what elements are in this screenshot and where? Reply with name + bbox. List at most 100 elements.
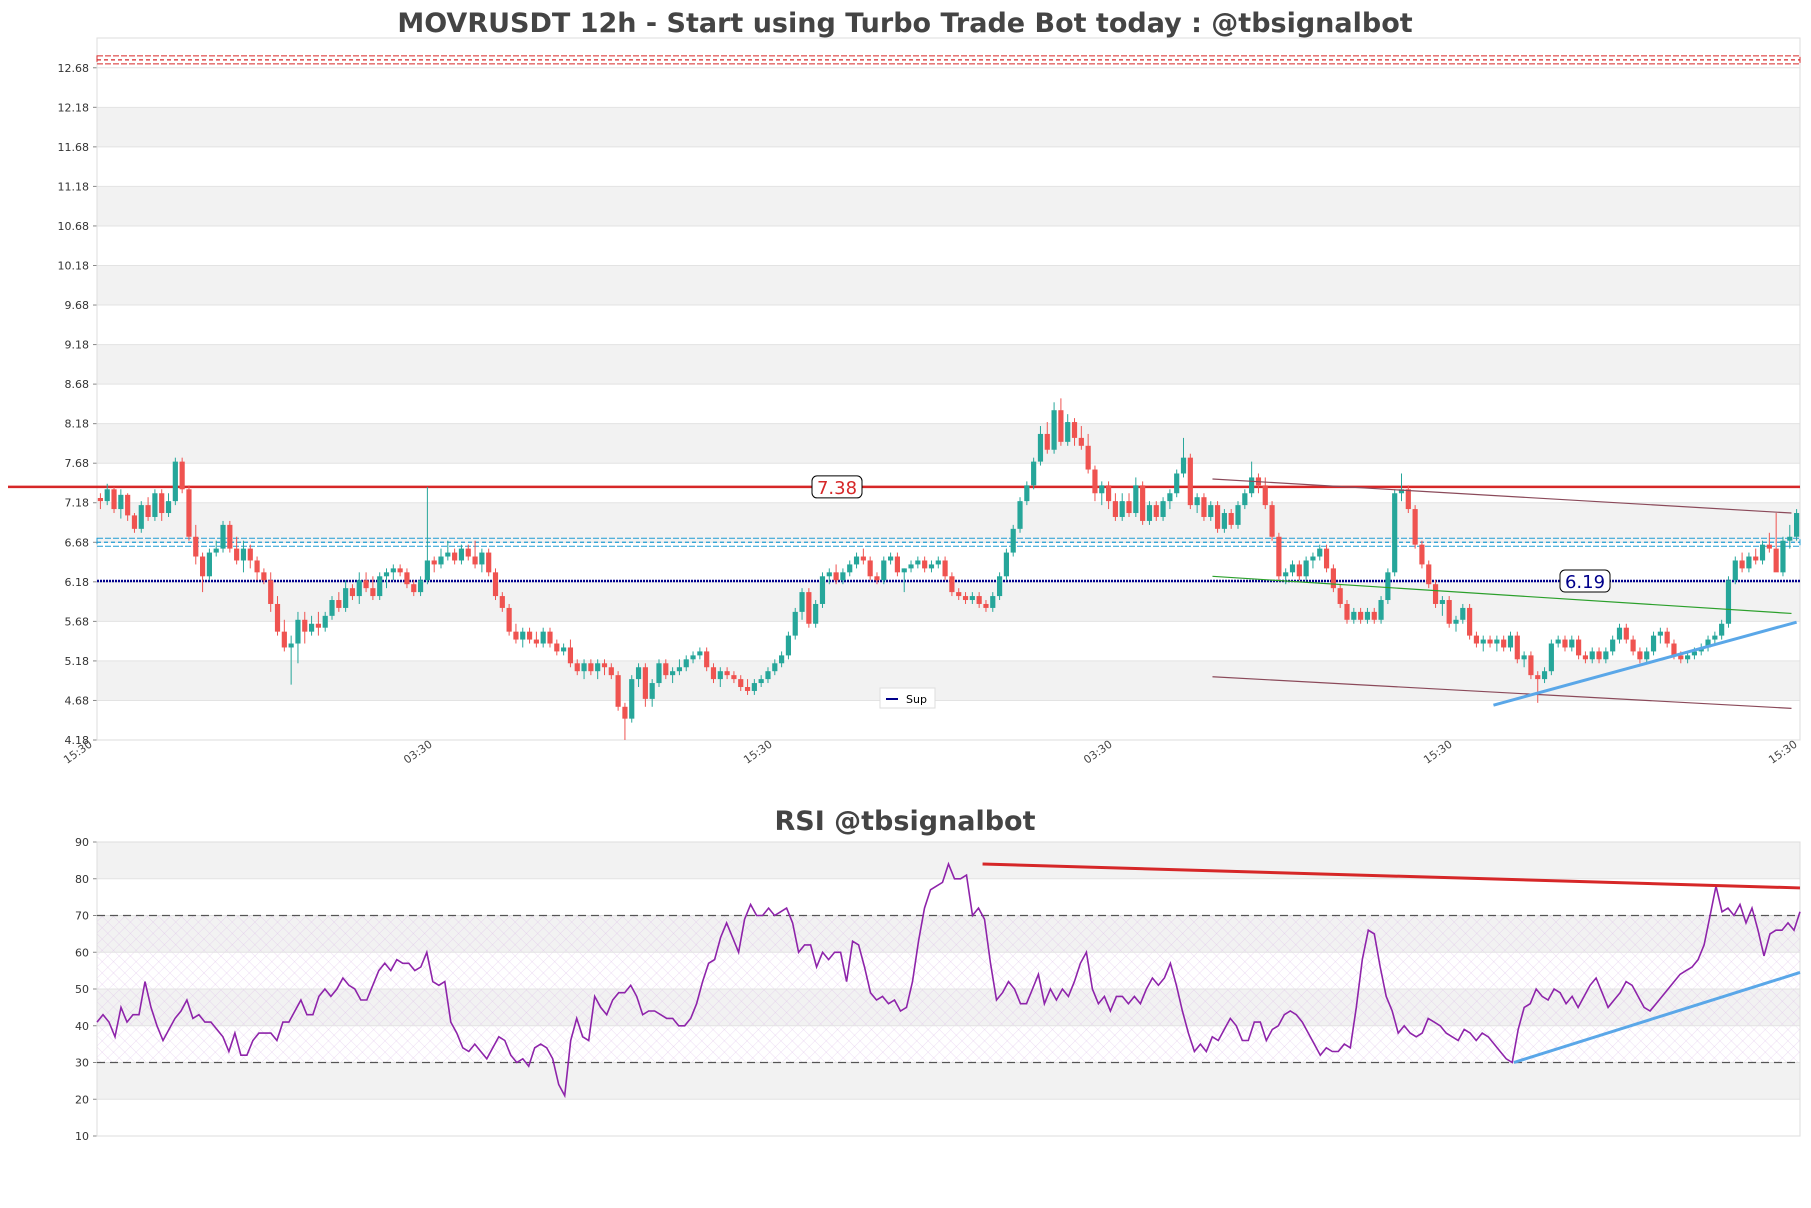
candle-body (1473, 635, 1480, 644)
rsi-y-tick-label: 30 (75, 1057, 89, 1070)
candle-body (1358, 611, 1364, 620)
candle-body (1392, 493, 1398, 573)
candle-body (1364, 611, 1371, 620)
candle-body (1119, 501, 1125, 517)
candle-body (1541, 671, 1548, 680)
candle-body (656, 663, 662, 684)
candle-body (860, 556, 866, 561)
candle-body (1725, 580, 1732, 624)
candle-body (1201, 497, 1207, 517)
candle-body (1146, 505, 1153, 521)
candle-body (581, 663, 587, 672)
candle-body (1514, 635, 1520, 660)
candle-body (779, 655, 785, 664)
candle-body (969, 596, 975, 601)
candle-body (370, 588, 376, 597)
candle-body (220, 524, 226, 549)
candle-body (1003, 552, 1009, 577)
candle-body (840, 572, 846, 581)
candle-body (1787, 536, 1793, 541)
candle-body (308, 623, 315, 632)
candle-body (1412, 509, 1418, 545)
candle-body (1330, 568, 1336, 589)
candle-body (826, 572, 832, 577)
candle-body (1535, 675, 1541, 680)
candle-body (1221, 513, 1227, 529)
candle-body (1507, 635, 1514, 648)
candle-body (615, 675, 621, 707)
candle-body (1480, 639, 1486, 644)
candle-body (424, 560, 430, 581)
candle-body (1071, 422, 1078, 438)
candle-body (997, 576, 1003, 597)
candle-body (1242, 493, 1248, 506)
y-tick-label: 6.18 (65, 576, 90, 589)
candle-body (1657, 631, 1663, 636)
grid-band (97, 344, 1800, 385)
grid-band (97, 186, 1800, 226)
candle-body (1467, 607, 1473, 636)
level-label-high: 7.38 (817, 478, 857, 499)
rsi-grid-band (97, 1062, 1800, 1100)
candle-body (1310, 556, 1316, 561)
candle-body (274, 603, 281, 632)
grid-band (97, 423, 1800, 464)
candle-body (1521, 655, 1527, 660)
candle-body (438, 556, 444, 565)
candle-body (1603, 651, 1609, 660)
candle-body (792, 611, 798, 636)
candle-body (234, 548, 240, 561)
candle-body (813, 603, 819, 624)
candle-body (1630, 639, 1636, 652)
candle-body (547, 631, 553, 644)
y-tick-label: 9.18 (65, 339, 90, 352)
candle-body (159, 493, 165, 514)
candle-body (608, 667, 614, 676)
candle-body (472, 556, 478, 565)
candle-body (1753, 556, 1759, 561)
candle-body (1133, 485, 1139, 514)
candle-body (1501, 639, 1507, 648)
candle-body (1085, 445, 1091, 470)
candle-body (1044, 433, 1050, 450)
candle-body (363, 580, 369, 589)
candle-body (1439, 600, 1445, 604)
candle-body (526, 631, 533, 640)
candle-body (588, 663, 594, 672)
candle-body (499, 596, 505, 608)
candle-body (1276, 536, 1282, 577)
candle-body (1685, 655, 1691, 660)
x-tick-label: 03:30 (401, 738, 434, 767)
candle-body (465, 548, 471, 557)
candle-body (1303, 560, 1309, 577)
candle-body (1351, 611, 1357, 620)
candle-body (506, 607, 512, 632)
candle-body (1344, 603, 1350, 620)
candle-body (1589, 651, 1595, 660)
y-tick-label: 12.68 (58, 62, 90, 75)
candle-body (1214, 505, 1221, 529)
candle-body (1678, 655, 1684, 660)
candle-body (1426, 564, 1432, 585)
candle-body (697, 651, 703, 656)
grid-band (97, 265, 1800, 306)
candle-body (431, 560, 437, 565)
candle-body (962, 596, 969, 601)
candle-body (213, 548, 219, 553)
candle-body (1446, 600, 1452, 624)
candle-body (104, 489, 110, 502)
rsi-title: RSI @tbsignalbot (774, 806, 1035, 837)
candle-body (1610, 639, 1616, 652)
candle-body (1099, 485, 1105, 494)
candle-body (1378, 600, 1384, 620)
candle-body (254, 560, 260, 573)
chart-canvas: MOVRUSDT 12h - Start using Turbo Trade B… (0, 0, 1811, 1208)
candle-body (744, 687, 751, 691)
x-tick-label: 15:30 (741, 738, 774, 767)
candle-body (670, 671, 676, 676)
candle-body (1719, 623, 1725, 636)
candle-body (1289, 564, 1296, 573)
candle-body (1010, 528, 1016, 553)
chart-svg: MOVRUSDT 12h - Start using Turbo Trade B… (8, 8, 1801, 1143)
candle-body (206, 552, 212, 577)
